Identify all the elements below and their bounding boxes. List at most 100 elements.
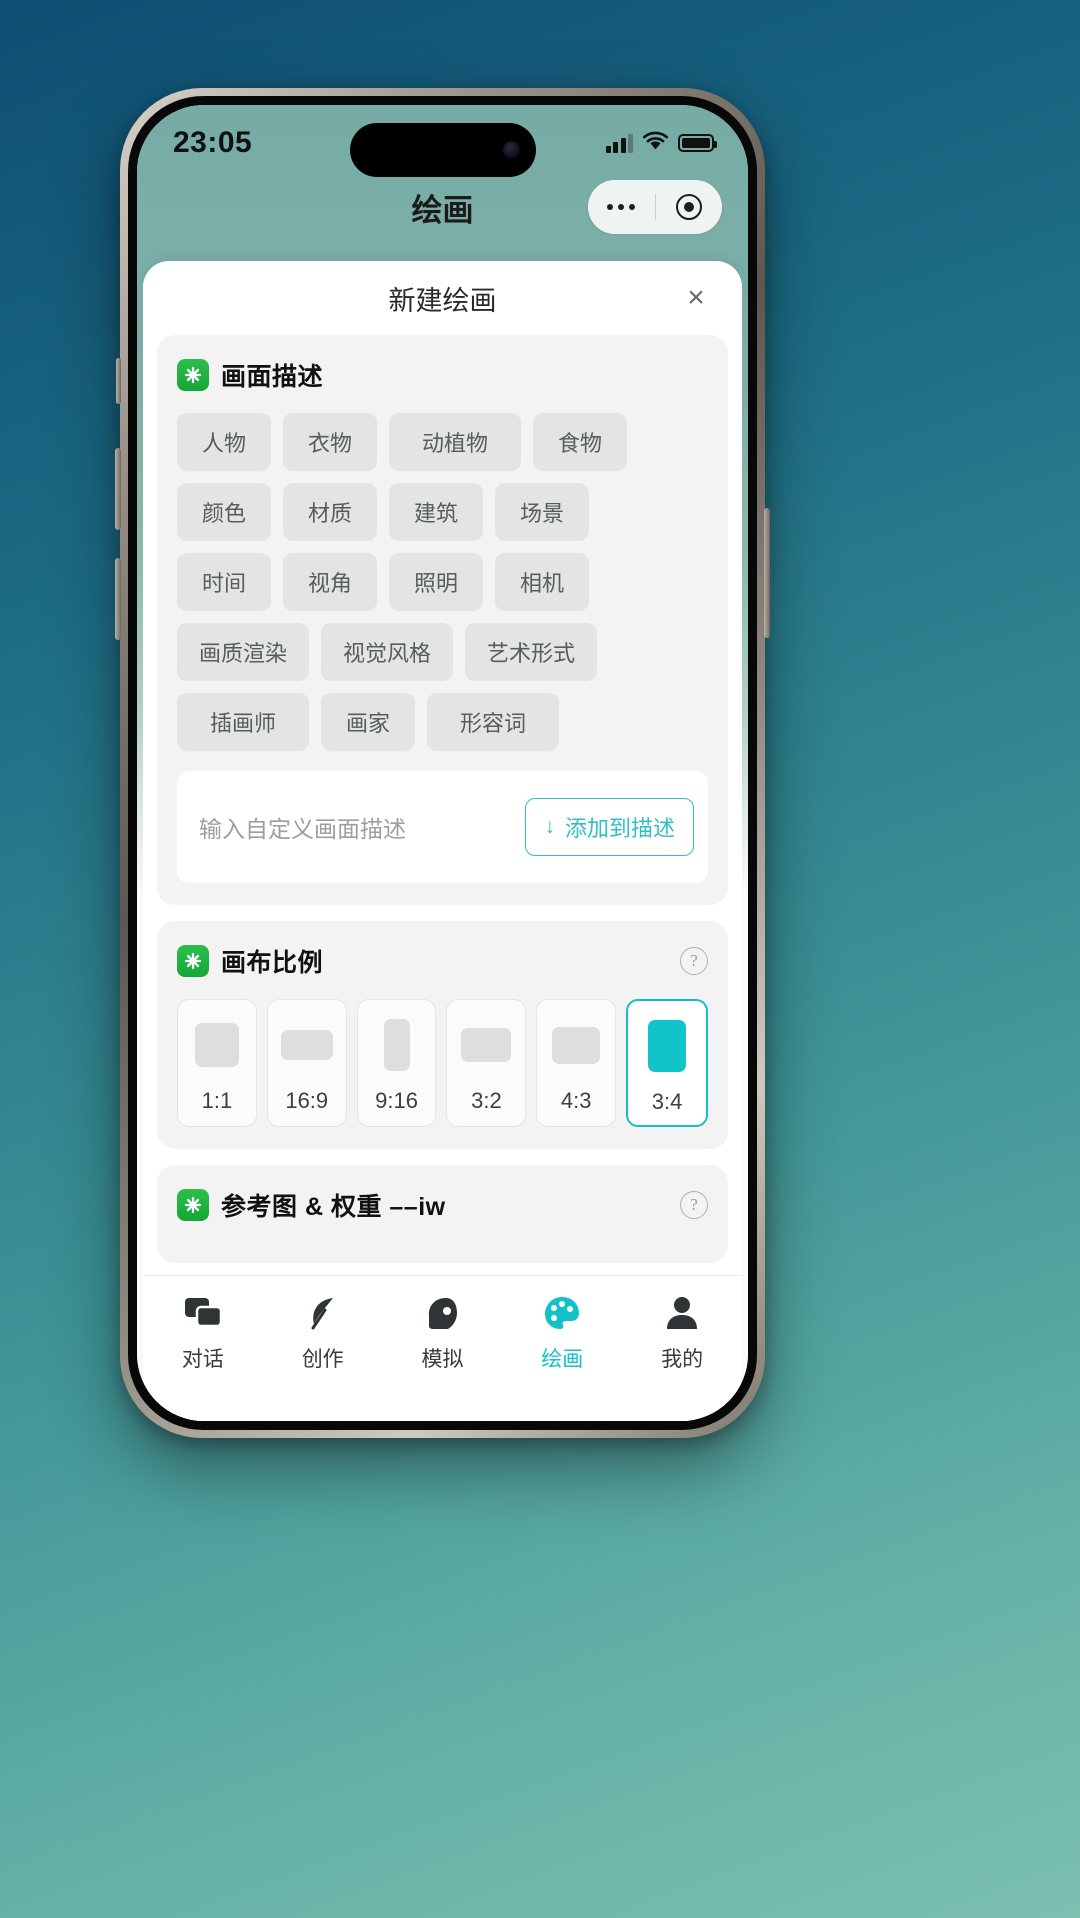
sheet-body[interactable]: 画面描述 人物 衣物 动植物 食物 颜色 材质 建筑 场景 时间 视角 照明 相… [143,335,742,1421]
tag-row: 画质渲染 视觉风格 艺术形式 [177,623,708,681]
ratio-label: 3:2 [471,1088,502,1113]
green-asterisk-badge-icon [177,359,209,391]
tag-chip[interactable]: 插画师 [177,693,309,751]
card-header: 参考图 & 权重 ––iw ? [177,1187,708,1223]
nav-label: 创作 [301,1348,344,1371]
question-mark-icon[interactable]: ? [680,1191,708,1219]
page-title: 绘画 [411,192,474,228]
dynamic-island [349,123,536,177]
tag-row: 时间 视角 照明 相机 [177,553,708,611]
ratio-thumb-box [383,1014,410,1076]
power-button[interactable] [764,508,770,638]
sheet-title: 新建绘画 [388,285,497,316]
canvas-ratio-card: 画布比例 ? 1:1 16:9 9:16 3:2 4:3 3:4 [157,921,728,1149]
tag-chip[interactable]: 画质渲染 [177,623,309,681]
card-title: 画布比例 [221,949,324,977]
reference-image-card: 参考图 & 权重 ––iw ? [157,1165,728,1263]
card-title: 参考图 & 权重 ––iw [221,1193,446,1221]
tag-chip[interactable]: 建筑 [389,483,483,541]
nav-item-drawing[interactable]: 绘画 [502,1292,622,1373]
ratio-label: 9:16 [375,1088,418,1113]
ratio-thumb [552,1026,601,1064]
ratio-label: 16:9 [285,1088,329,1113]
tag-chip[interactable]: 视觉风格 [321,623,453,681]
nav-item-create[interactable]: 创作 [263,1292,383,1373]
tag-chip[interactable]: 艺术形式 [465,623,597,681]
target-circle-icon[interactable] [656,194,723,220]
description-tag-list: 人物 衣物 动植物 食物 颜色 材质 建筑 场景 时间 视角 照明 相机 画质渲… [177,413,708,751]
volume-up-button[interactable] [115,448,121,530]
tag-chip[interactable]: 相机 [495,553,589,611]
more-dots-icon[interactable] [588,204,655,210]
tag-chip[interactable]: 食物 [533,413,627,471]
tag-chip[interactable]: 动植物 [389,413,521,471]
ratio-option-3-4[interactable]: 3:4 [626,999,708,1127]
ratio-label: 4:3 [560,1088,592,1113]
ratio-thumb-box [280,1014,333,1076]
canvas-ratio-options: 1:1 16:9 9:16 3:2 4:3 3:4 [177,999,708,1127]
ratio-option-3-2[interactable]: 3:2 [446,999,527,1127]
tag-row: 插画师 画家 形容词 [177,693,708,751]
phone-frame: 23:05 绘画 新建绘画 × 画面描述 人物 衣物 动植物 食物 颜色 材质 … [115,88,770,1438]
tag-chip[interactable]: 人物 [177,413,271,471]
miniprogram-capsule [588,180,722,234]
tag-row: 颜色 材质 建筑 场景 [177,483,708,541]
phone-screen: 23:05 绘画 新建绘画 × 画面描述 人物 衣物 动植物 食物 颜色 材质 … [137,105,748,1421]
nav-label: 对话 [181,1348,224,1371]
card-title: 画面描述 [221,363,324,391]
ratio-thumb [194,1023,239,1067]
ratio-thumb-box [552,1014,601,1076]
ratio-thumb [383,1019,410,1071]
phone-bezel: 23:05 绘画 新建绘画 × 画面描述 人物 衣物 动植物 食物 颜色 材质 … [128,96,757,1430]
ratio-option-16-9[interactable]: 16:9 [266,999,347,1127]
battery-icon [678,134,717,152]
custom-description-input[interactable]: 输入自定义画面描述 [199,810,525,844]
nav-label: 绘画 [541,1348,584,1371]
ratio-thumb-box [194,1014,239,1076]
tag-row: 人物 衣物 动植物 食物 [177,413,708,471]
volume-down-button[interactable] [115,558,121,640]
green-asterisk-badge-icon [177,945,209,977]
chat-bubbles-icon [183,1292,223,1334]
ratio-option-9-16[interactable]: 9:16 [356,999,437,1127]
green-asterisk-badge-icon [177,1189,209,1221]
palette-icon [542,1292,582,1334]
person-icon [664,1292,700,1334]
add-to-description-button[interactable]: ↓ 添加到描述 [525,798,694,856]
tag-chip[interactable]: 颜色 [177,483,271,541]
ratio-option-4-3[interactable]: 4:3 [536,999,617,1127]
silent-switch[interactable] [116,358,121,404]
card-header: 画面描述 [177,357,708,393]
ratio-thumb [461,1028,512,1062]
ratio-thumb-box [461,1014,512,1076]
tag-chip[interactable]: 衣物 [283,413,377,471]
bottom-nav: 对话 创作 模拟 绘画 我的 [143,1275,742,1421]
tag-chip[interactable]: 画家 [321,693,415,751]
app-header: 绘画 [137,167,748,247]
wifi-icon [642,131,669,156]
cellular-signal-icon [605,133,633,153]
tag-chip[interactable]: 材质 [283,483,377,541]
card-header: 画布比例 ? [177,943,708,979]
status-time: 23:05 [173,126,253,159]
nav-item-simulate[interactable]: 模拟 [383,1292,503,1373]
nav-label: 我的 [661,1348,704,1371]
add-to-description-label: 添加到描述 [564,816,675,841]
question-mark-icon[interactable]: ? [680,947,708,975]
tag-chip[interactable]: 形容词 [427,693,559,751]
tag-chip[interactable]: 照明 [389,553,483,611]
front-camera-icon [502,141,520,159]
tag-chip[interactable]: 时间 [177,553,271,611]
arrow-down-icon: ↓ [544,815,555,838]
nav-item-chat[interactable]: 对话 [143,1292,263,1373]
ratio-label: 1:1 [201,1088,233,1113]
status-icons [605,131,717,156]
ratio-label: 3:4 [651,1089,683,1114]
new-drawing-sheet: 新建绘画 × 画面描述 人物 衣物 动植物 食物 颜色 材质 建筑 场景 时间 … [143,261,742,1421]
nav-item-mine[interactable]: 我的 [622,1292,742,1373]
ratio-option-1-1[interactable]: 1:1 [177,999,257,1127]
app-root: 23:05 绘画 新建绘画 × 画面描述 人物 衣物 动植物 食物 颜色 材质 … [137,105,748,1421]
tag-chip[interactable]: 场景 [495,483,589,541]
tag-chip[interactable]: 视角 [283,553,377,611]
close-icon[interactable]: × [678,280,714,316]
